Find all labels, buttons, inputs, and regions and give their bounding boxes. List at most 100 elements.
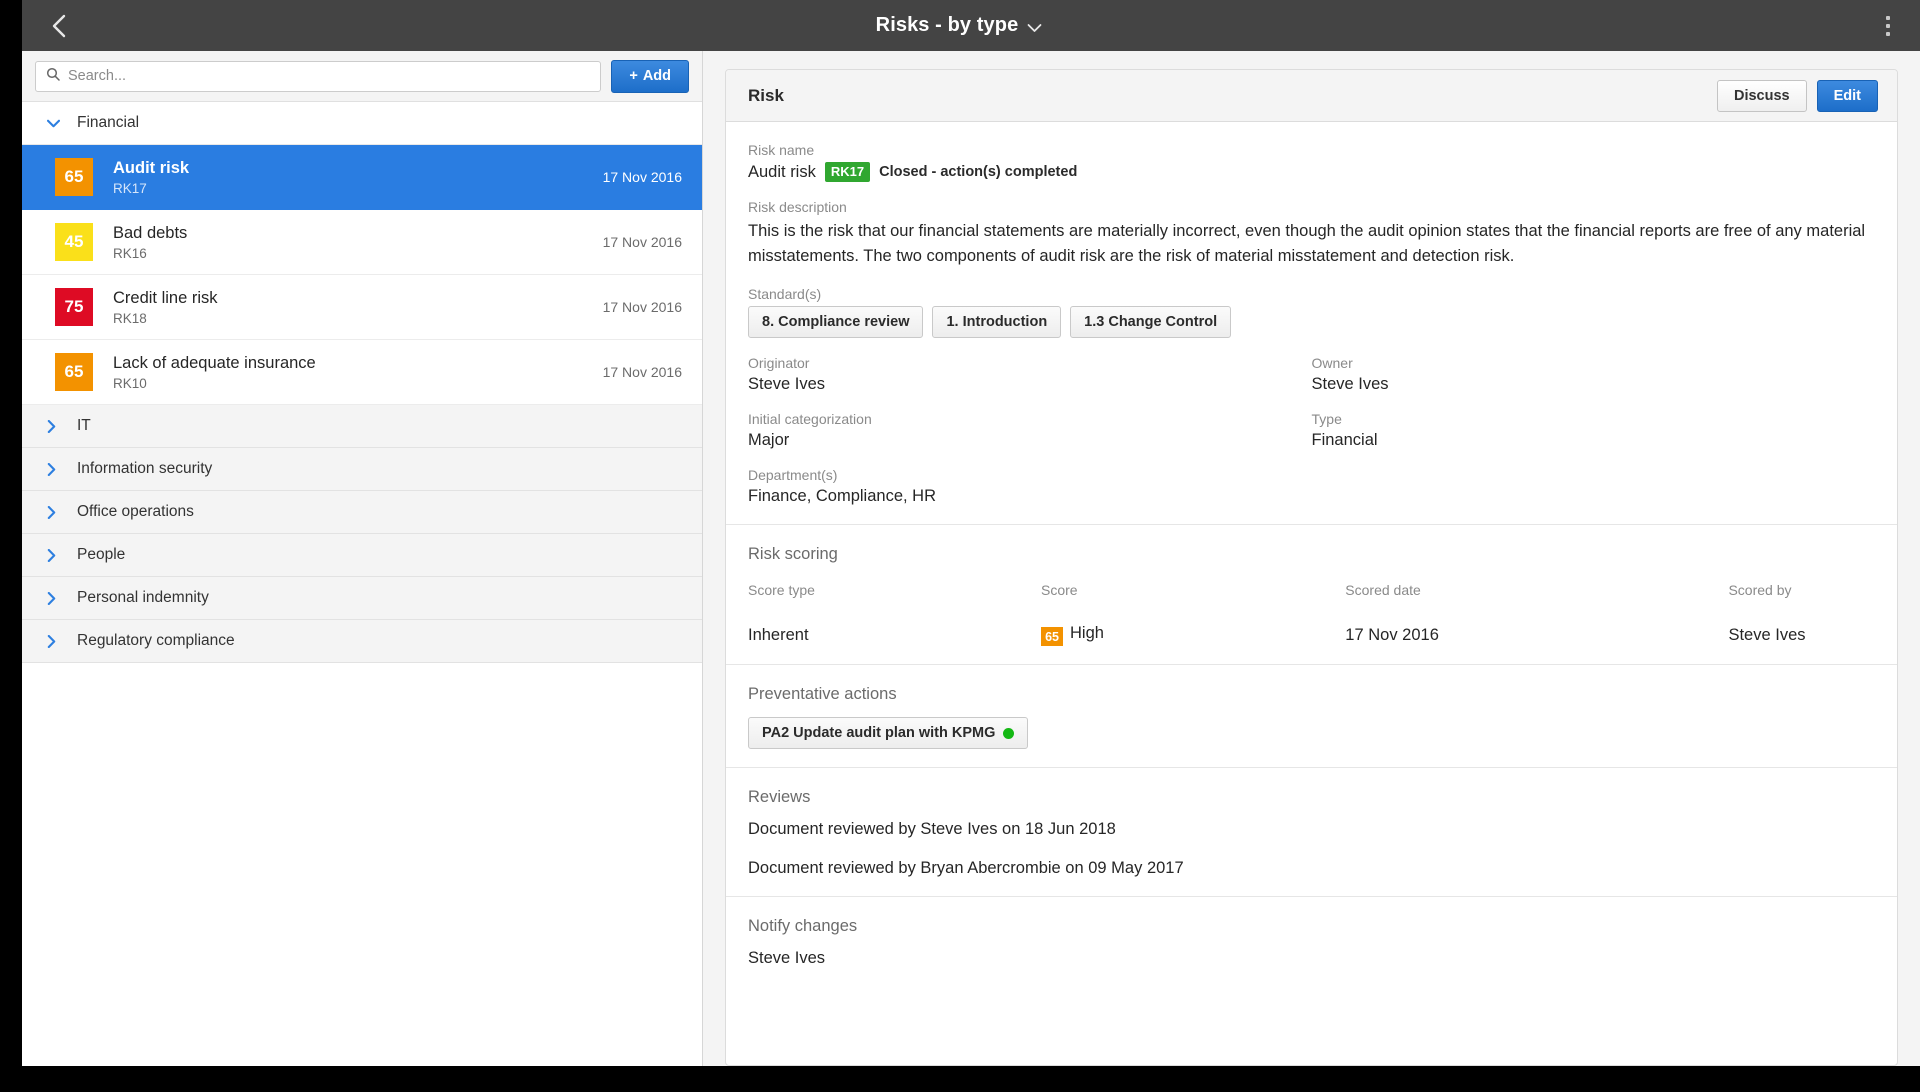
risk-name-line: Audit risk RK17 Closed - action(s) compl… xyxy=(748,162,1875,183)
sidebar-group-label: Office operations xyxy=(77,503,194,520)
sidebar-group-people[interactable]: People xyxy=(22,534,702,577)
scoring-body: Inherent 65 High 17 Nov 2016 Steve Ives xyxy=(748,624,1875,647)
sidebar-toolbar: + Add xyxy=(22,51,702,102)
sidebar-group-information-security[interactable]: Information security xyxy=(22,448,702,491)
preventative-action-chip[interactable]: PA2 Update audit plan with KPMG xyxy=(748,717,1029,750)
field-label: Owner xyxy=(1311,354,1353,371)
risk-list[interactable]: Financial 65 Audit risk RK17 17 Nov 2016 45 Ba… xyxy=(22,102,702,1066)
standards-chips: 8. Compliance review 1. Introduction 1.3 C… xyxy=(748,305,1875,338)
preventative-actions-chips: PA2 Update audit plan with KPMG xyxy=(748,717,1875,750)
sidebar-group-label: Personal indemnity xyxy=(77,589,209,606)
search-box[interactable] xyxy=(35,60,602,92)
sidebar-group-office-operations[interactable]: Office operations xyxy=(22,491,702,534)
risk-code-badge: RK17 xyxy=(824,162,871,183)
risk-item-code: RK17 xyxy=(113,180,147,196)
chevron-right-icon xyxy=(47,591,60,605)
scoring-header-row: Score type Score Scored date Scored by xyxy=(748,582,1875,624)
detail-pane: Risk Discuss Edit Risk name Audit risk R… xyxy=(703,51,1920,1066)
risk-item-code: RK10 xyxy=(113,375,147,391)
card-actions: Discuss Edit xyxy=(1716,79,1878,112)
sidebar-group-it[interactable]: IT xyxy=(22,405,702,448)
risk-item-name: Audit risk xyxy=(113,159,190,178)
field-originator: Originator Steve Ives xyxy=(748,355,1312,394)
page-title-dropdown[interactable]: Risks - by type xyxy=(876,13,1043,39)
standards-label: Standard(s) xyxy=(748,285,822,302)
risk-description-value: This is the risk that our financial stat… xyxy=(748,222,1866,265)
field-value: Financial xyxy=(1311,430,1378,449)
field-value: Major xyxy=(748,430,790,449)
risk-item-text: Lack of adequate insurance RK10 xyxy=(113,353,603,391)
scoring-column-header: Scored date xyxy=(1345,581,1421,598)
chevron-left-icon xyxy=(50,13,68,39)
edit-button[interactable]: Edit xyxy=(1816,79,1878,112)
field-type: Type Financial xyxy=(1312,411,1876,450)
page-title: Risks - by type xyxy=(875,14,1019,36)
chevron-right-icon xyxy=(47,505,60,519)
notify-changes-title: Notify changes xyxy=(748,917,858,936)
risk-list-item[interactable]: 65 Audit risk RK17 17 Nov 2016 xyxy=(22,145,702,210)
risk-item-date: 17 Nov 2016 xyxy=(602,364,682,380)
risk-item-date: 17 Nov 2016 xyxy=(602,234,682,250)
sidebar-group-label: People xyxy=(77,546,126,563)
risk-list-item[interactable]: 75 Credit line risk RK18 17 Nov 2016 xyxy=(22,275,702,340)
scoring-scored-by: Steve Ives xyxy=(1728,625,1806,644)
plus-icon: + xyxy=(629,68,638,84)
sidebar-group-label: Financial xyxy=(77,114,140,131)
reviews-section: Reviews Document reviewed by Steve Ives … xyxy=(726,768,1897,898)
standard-chip[interactable]: 1. Introduction xyxy=(932,305,1062,338)
risk-name-label: Risk name xyxy=(748,142,815,158)
risk-item-name: Credit line risk xyxy=(113,289,218,308)
risk-scoring-table: Score type Score Scored date Scored by Inhe… xyxy=(748,582,1875,647)
standards-block: Standard(s) 8. Compliance review 1. Intro… xyxy=(748,286,1875,338)
scoring-column-header: Score xyxy=(1041,581,1078,598)
risk-list-item[interactable]: 65 Lack of adequate insurance RK10 17 Nov 2… xyxy=(22,340,702,405)
preventative-actions-title: Preventative actions xyxy=(748,685,897,704)
risk-item-code: RK18 xyxy=(113,310,147,326)
risk-item-date: 17 Nov 2016 xyxy=(602,169,682,185)
chevron-right-icon xyxy=(47,419,60,433)
scoring-row: Inherent 65 High 17 Nov 2016 Steve Ives xyxy=(748,624,1875,647)
status-dot-icon xyxy=(1003,727,1015,739)
review-line: Document reviewed by Steve Ives on 18 Ju… xyxy=(748,820,1116,839)
search-input[interactable] xyxy=(68,68,591,84)
risk-item-date: 17 Nov 2016 xyxy=(602,299,682,315)
chevron-down-icon xyxy=(47,119,60,128)
scoring-date: 17 Nov 2016 xyxy=(1345,625,1439,644)
search-icon xyxy=(46,67,60,86)
standard-chip[interactable]: 8. Compliance review xyxy=(748,305,924,338)
standard-chip[interactable]: 1.3 Change Control xyxy=(1070,305,1232,338)
notify-changes-section: Notify changes Steve Ives xyxy=(726,897,1897,986)
discuss-button[interactable]: Discuss xyxy=(1716,79,1807,112)
preventative-action-label: PA2 Update audit plan with KPMG xyxy=(762,725,996,742)
sidebar-group-personal-indemnity[interactable]: Personal indemnity xyxy=(22,577,702,620)
kebab-menu-icon[interactable] xyxy=(1873,0,1903,51)
chevron-right-icon xyxy=(47,634,60,648)
chevron-right-icon xyxy=(47,548,60,562)
reviews-list: Document reviewed by Steve Ives on 18 Ju… xyxy=(748,820,1875,878)
risk-item-code: RK16 xyxy=(113,245,147,261)
fields-col-left: Originator Steve Ives Initial categorizati… xyxy=(748,355,1312,506)
app-window: Risks - by type + Add Fi xyxy=(22,0,1920,1066)
notify-changes-value: Steve Ives xyxy=(748,949,826,968)
field-owner: Owner Steve Ives xyxy=(1312,355,1876,394)
scoring-score-badge: 65 xyxy=(1041,627,1064,647)
field-initial-categorization: Initial categorization Major xyxy=(748,411,1312,450)
add-button[interactable]: + Add xyxy=(611,59,689,93)
back-button[interactable] xyxy=(36,0,82,51)
field-value: Steve Ives xyxy=(1311,374,1389,393)
sidebar-group-label: Regulatory compliance xyxy=(77,632,235,649)
main-body: + Add Financial 65 Audit risk RK17 17 Nov 20… xyxy=(22,51,1920,1066)
field-label: Originator xyxy=(748,354,810,371)
risk-description-label: Risk description xyxy=(748,199,847,216)
risk-list-item[interactable]: 45 Bad debts RK16 17 Nov 2016 xyxy=(22,210,702,275)
field-value: Steve Ives xyxy=(748,374,826,393)
risk-score-badge: 65 xyxy=(55,158,93,196)
scoring-column-header: Score type xyxy=(748,581,815,598)
chevron-down-icon xyxy=(1027,16,1042,39)
sidebar: + Add Financial 65 Audit risk RK17 17 Nov 20… xyxy=(22,51,703,1066)
risk-item-name: Lack of adequate insurance xyxy=(113,354,316,373)
sidebar-group-financial[interactable]: Financial xyxy=(22,102,702,145)
sidebar-group-regulatory-compliance[interactable]: Regulatory compliance xyxy=(22,620,702,663)
risk-scoring-title: Risk scoring xyxy=(748,544,838,563)
risk-card-header: Risk Discuss Edit xyxy=(726,70,1897,122)
